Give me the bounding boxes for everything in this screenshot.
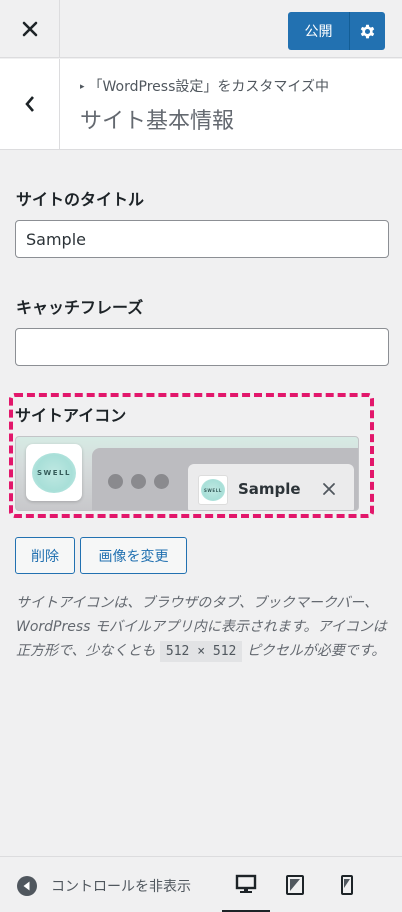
chevron-left-icon: [24, 96, 34, 112]
site-icon-large: SWELL: [26, 444, 82, 501]
collapse-sidebar-button[interactable]: コントロールを非表示: [17, 876, 211, 896]
tagline-input[interactable]: [15, 328, 389, 366]
collapse-arrow-icon: [17, 876, 37, 896]
window-dot: [131, 474, 146, 489]
browser-tab-bar: SWELL Sample: [92, 448, 358, 510]
close-icon: [22, 21, 37, 37]
browser-tab: SWELL Sample: [188, 464, 354, 510]
preview-desktop-button[interactable]: [222, 857, 270, 912]
size-code: 512 × 512: [159, 641, 243, 662]
tab-title: Sample: [238, 480, 301, 498]
collapse-label: コントロールを非表示: [51, 879, 191, 895]
site-title-label: サイトのタイトル: [16, 190, 145, 209]
tablet-icon: [286, 875, 304, 895]
site-icon-description: サイトアイコンは、ブラウザのタブ、ブックマークバー、WordPress モバイル…: [16, 591, 388, 664]
favicon: SWELL: [198, 475, 228, 505]
close-icon: [323, 483, 335, 495]
desktop-icon: [235, 874, 257, 893]
site-icon-preview: SWELL SWELL Sample: [15, 436, 359, 511]
preview-mobile-button[interactable]: [323, 857, 371, 912]
change-image-button[interactable]: 画像を変更: [80, 537, 187, 574]
swell-logo: SWELL: [32, 452, 76, 493]
remove-icon-button[interactable]: 削除: [15, 537, 75, 574]
gear-icon: [360, 24, 375, 38]
site-title-input[interactable]: [15, 220, 389, 258]
preview-tablet-button[interactable]: [271, 857, 319, 912]
breadcrumb-text: 「WordPress設定」をカスタマイズ中: [88, 79, 329, 95]
publish-group: 公開: [288, 12, 385, 50]
customizer-footer: コントロールを非表示: [0, 856, 402, 912]
section-title: サイト基本情報: [80, 109, 235, 134]
publish-button[interactable]: 公開: [288, 12, 350, 50]
description-end: ピクセルが必要です。: [246, 643, 386, 659]
back-button[interactable]: [0, 59, 60, 149]
window-dot: [154, 474, 169, 489]
window-dot: [108, 474, 123, 489]
triangle-right-icon: ▸: [80, 82, 85, 92]
close-customizer-button[interactable]: [0, 0, 60, 58]
swell-logo-small: SWELL: [201, 479, 225, 501]
publish-settings-button[interactable]: [350, 12, 385, 50]
smartphone-icon: [341, 875, 353, 895]
tagline-label: キャッチフレーズ: [16, 298, 144, 317]
breadcrumb: ▸ 「WordPress設定」をカスタマイズ中: [80, 76, 329, 96]
customizer-header: 公開: [0, 0, 402, 58]
site-icon-label: サイトアイコン: [15, 406, 127, 425]
section-header: ▸ 「WordPress設定」をカスタマイズ中 サイト基本情報: [0, 59, 402, 150]
